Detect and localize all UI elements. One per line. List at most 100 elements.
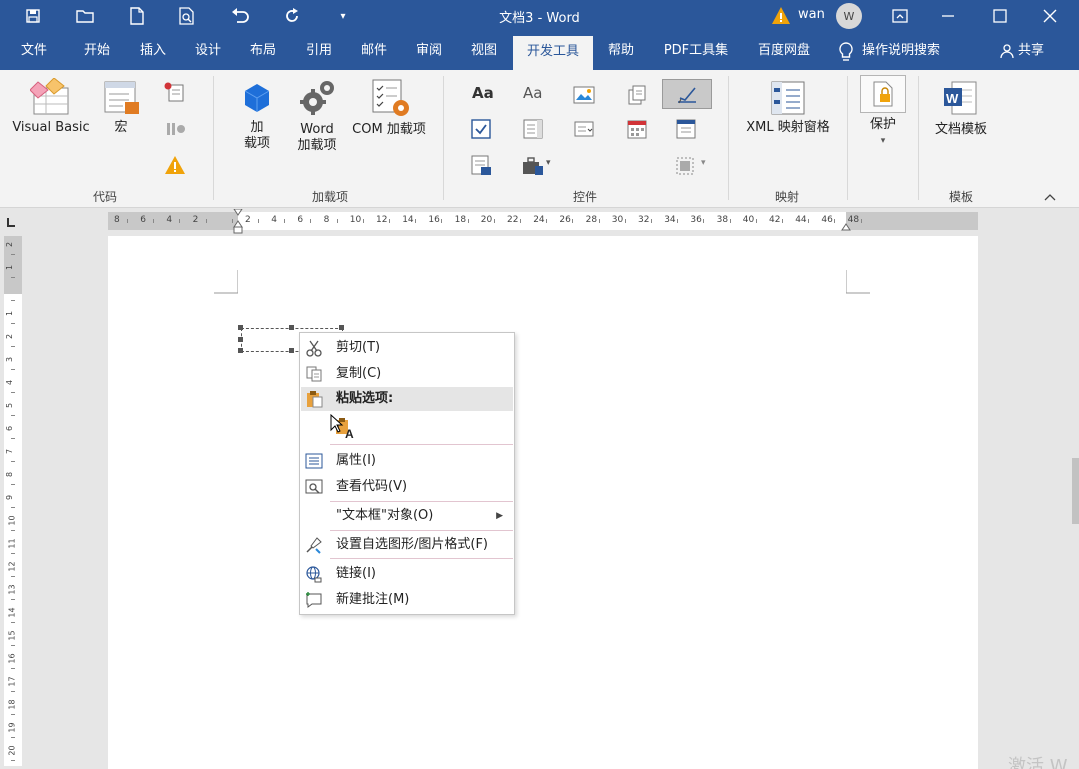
- record-macro-icon[interactable]: [164, 82, 186, 104]
- tab-mailings[interactable]: 邮件: [351, 32, 397, 70]
- picture-content-control-icon[interactable]: [573, 84, 595, 106]
- resize-handle[interactable]: [289, 325, 294, 330]
- customize-toolbar-icon[interactable]: ▾: [330, 4, 356, 28]
- addins-button[interactable]: 加 载项: [232, 82, 282, 152]
- addins-cube-icon: [244, 84, 270, 112]
- group-divider: [213, 76, 214, 200]
- protect-button[interactable]: 保护 ▾: [858, 75, 908, 149]
- resize-handle[interactable]: [289, 348, 294, 353]
- tab-insert[interactable]: 插入: [130, 32, 176, 70]
- resize-handle[interactable]: [339, 325, 344, 330]
- tell-me-search[interactable]: 操作说明搜索: [862, 32, 954, 70]
- ruler-tick-label: 15: [7, 630, 17, 641]
- legacy-forms-icon[interactable]: [470, 154, 492, 176]
- legacy-tools-button[interactable]: ▾: [522, 156, 551, 179]
- tab-design[interactable]: 设计: [185, 32, 231, 70]
- tab-review[interactable]: 审阅: [406, 32, 452, 70]
- pause-recording-icon[interactable]: [164, 118, 186, 140]
- minimize-icon[interactable]: [924, 0, 972, 32]
- user-name[interactable]: wan: [798, 7, 825, 22]
- collapse-ribbon-icon[interactable]: [1044, 190, 1056, 204]
- tab-selector[interactable]: [0, 209, 26, 233]
- rich-text-content-control-icon[interactable]: Aa: [472, 84, 494, 102]
- print-preview-icon[interactable]: [174, 4, 200, 28]
- combo-box-content-control-icon[interactable]: [522, 118, 544, 140]
- tab-view[interactable]: 视图: [461, 32, 507, 70]
- ruler-tick-label: 30: [611, 215, 624, 225]
- ruler-tick: [11, 461, 15, 462]
- ruler-tick-label: 11: [7, 538, 17, 549]
- ruler-tick: [755, 219, 757, 223]
- menu-item-copy[interactable]: 复制(C): [301, 362, 513, 386]
- tab-file[interactable]: 文件: [12, 32, 56, 70]
- word-addins-button[interactable]: Word 加载项: [290, 78, 344, 154]
- ruler-tick: [11, 415, 15, 416]
- clipboard-icon: [307, 391, 323, 408]
- menu-item-properties[interactable]: 属性(I): [301, 449, 513, 473]
- activation-watermark: 激活 W: [1008, 756, 1068, 769]
- close-icon[interactable]: [1026, 0, 1074, 32]
- chevron-down-icon: ▾: [546, 158, 551, 168]
- tab-help[interactable]: 帮助: [601, 32, 641, 70]
- document-template-button[interactable]: W 文档模板: [930, 80, 992, 138]
- menu-item-format-shape[interactable]: 设置自选图形/图片格式(F): [301, 533, 513, 557]
- save-icon[interactable]: [20, 4, 46, 28]
- tab-home[interactable]: 开始: [74, 32, 120, 70]
- menu-item-view-code[interactable]: 查看代码(V): [301, 475, 513, 499]
- macros-button[interactable]: 宏: [98, 78, 144, 136]
- menu-item-new-comment[interactable]: 新建批注(M): [301, 588, 513, 612]
- menu-item-link[interactable]: 链接(I): [301, 562, 513, 586]
- menu-separator: [330, 530, 513, 531]
- document-page[interactable]: [108, 236, 978, 769]
- resize-handle[interactable]: [238, 337, 243, 342]
- indent-markers-icon[interactable]: [233, 209, 243, 235]
- properties-icon[interactable]: [675, 118, 697, 140]
- ruler-tick-label: 7: [5, 448, 15, 455]
- dropdown-list-content-control-icon[interactable]: [573, 118, 595, 140]
- horizontal-ruler[interactable]: 8 6 4 2 2 4 6 8 10 12 14 16 18 20 22 24 26 28 30 32 34 36 38 40…: [108, 209, 978, 234]
- xml-mapping-pane-button[interactable]: XML 映射窗格: [740, 80, 836, 136]
- macro-security-icon[interactable]: [164, 154, 186, 176]
- vertical-ruler[interactable]: 2 1 1 2 3 4 5 6 7 8 9 10 11 12 13 14 15 16 17 18 19 20: [4, 236, 22, 766]
- resize-handle[interactable]: [238, 348, 243, 353]
- ruler-tick-label: 2: [192, 215, 199, 225]
- ribbon-tab-bar: 文件 开始 插入 设计 布局 引用 邮件 审阅 视图 开发工具 帮助 PDF工具…: [0, 32, 1079, 70]
- warning-icon[interactable]: [771, 6, 791, 26]
- ruler-tick-label: 4: [166, 215, 173, 225]
- open-folder-icon[interactable]: [72, 4, 98, 28]
- ruler-tick: [651, 219, 652, 223]
- tab-pdf-tools[interactable]: PDF工具集: [656, 32, 736, 70]
- visual-basic-button[interactable]: Visual Basic: [10, 77, 92, 136]
- ruler-tick-label: 34: [664, 215, 676, 225]
- resize-handle[interactable]: [238, 325, 243, 330]
- group-button[interactable]: ▾: [675, 156, 706, 179]
- scissors-icon: [306, 340, 322, 357]
- ruler-tick: [153, 219, 155, 223]
- ribbon-display-options-icon[interactable]: [876, 0, 924, 32]
- tab-baidu-netdisk[interactable]: 百度网盘: [748, 32, 820, 70]
- new-document-icon[interactable]: [124, 4, 150, 28]
- design-mode-button[interactable]: [662, 79, 712, 109]
- com-addins-button[interactable]: COM 加载项: [348, 78, 430, 138]
- plain-text-content-control-icon[interactable]: Aa: [523, 84, 542, 102]
- ruler-tick: [11, 553, 15, 554]
- ruler-tick: [11, 277, 15, 278]
- checkbox-content-control-icon[interactable]: [470, 118, 492, 140]
- ruler-tick: [493, 219, 495, 223]
- user-avatar[interactable]: W: [836, 3, 862, 29]
- title-bar: ▾ 文档3 - Word wan W: [0, 0, 1079, 32]
- vertical-scrollbar-thumb[interactable]: [1072, 458, 1079, 524]
- undo-icon[interactable]: [227, 4, 253, 28]
- redo-icon[interactable]: [279, 4, 305, 28]
- menu-item-textbox-object[interactable]: "文本框"对象(O) ▶: [301, 504, 513, 528]
- tab-references[interactable]: 引用: [296, 32, 342, 70]
- macros-icon: [104, 81, 139, 114]
- tab-developer[interactable]: 开发工具: [513, 36, 593, 70]
- ruler-tick: [11, 507, 15, 508]
- date-picker-content-control-icon[interactable]: [626, 118, 648, 140]
- maximize-icon[interactable]: [976, 0, 1024, 32]
- menu-item-cut[interactable]: 剪切(T): [301, 336, 513, 360]
- tab-layout[interactable]: 布局: [240, 32, 286, 70]
- building-block-gallery-icon[interactable]: [626, 84, 648, 106]
- share-button[interactable]: 共享: [1018, 32, 1044, 70]
